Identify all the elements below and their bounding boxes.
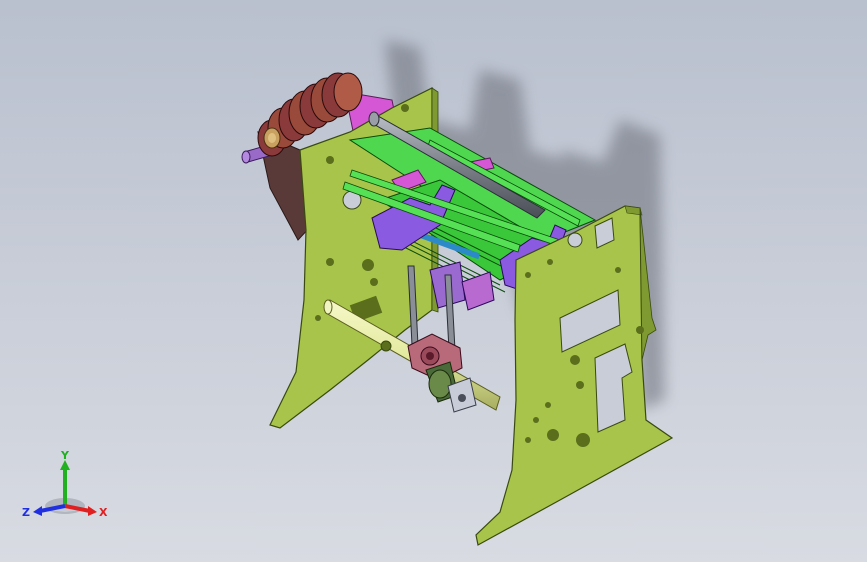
x-axis-arrowhead	[88, 506, 97, 516]
z-axis-arrowhead	[33, 506, 42, 516]
z-axis-label: Z	[22, 506, 30, 519]
y-axis-label: Y	[60, 449, 70, 462]
orientation-triad[interactable]: Y X Z	[20, 448, 110, 528]
cad-model-view[interactable]	[0, 0, 867, 562]
3d-viewport[interactable]: Y X Z	[0, 0, 867, 562]
x-axis-label: X	[99, 506, 108, 519]
